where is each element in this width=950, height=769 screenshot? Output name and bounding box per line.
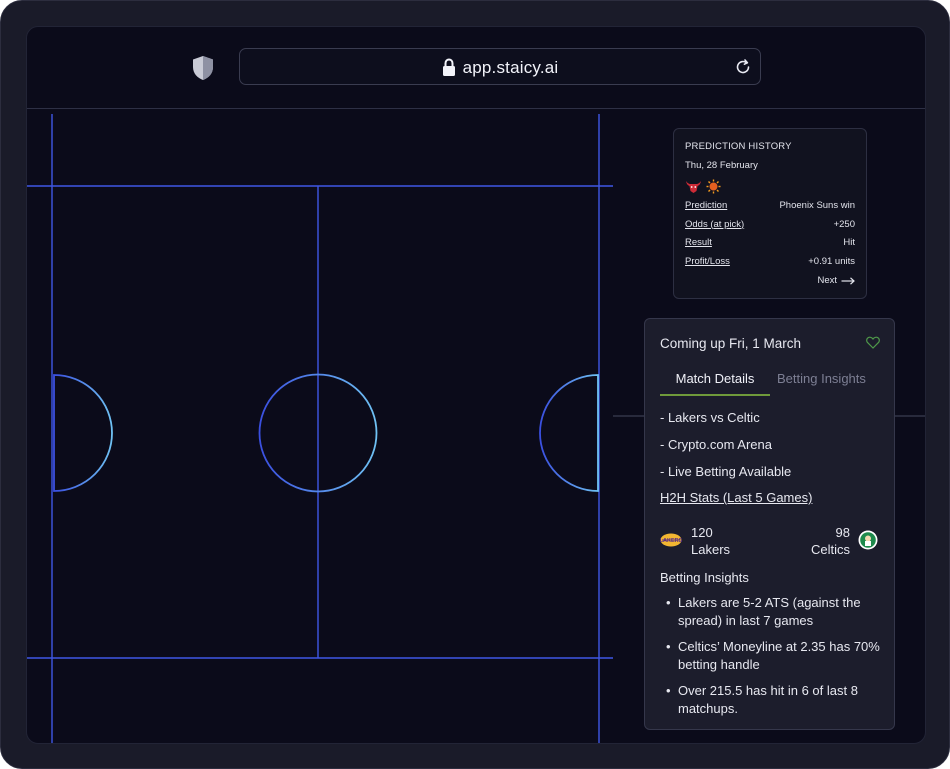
lock-icon	[442, 58, 455, 76]
odds-link[interactable]: Odds (at pick)	[685, 219, 744, 232]
bulls-logo-icon	[686, 180, 701, 193]
insight-text: Lakers are 5-2 ATS (against the spread) …	[678, 595, 861, 628]
h2h-stats-link[interactable]: H2H Stats (Last 5 Games)	[660, 490, 812, 505]
active-tab-indicator	[660, 394, 770, 396]
history-row-profit: Profit/Loss +0.91 units	[685, 256, 855, 269]
address-bar[interactable]: app.staicy.ai	[239, 48, 761, 85]
profit-loss-value: +0.91 units	[808, 255, 855, 267]
app-screen: app.staicy.ai PREDICTION HISTORY Thu, 28…	[26, 26, 926, 744]
insight-text: Celtics’ Moneyline at 2.35 has 70% betti…	[678, 639, 880, 672]
lakers-score-block: 120 Lakers	[691, 524, 730, 558]
tab-betting-insights[interactable]: Betting Insights	[777, 371, 866, 386]
insight-item: • Celtics’ Moneyline at 2.35 has 70% bett…	[666, 639, 880, 672]
svg-text:LAKERS: LAKERS	[660, 538, 682, 544]
prediction-history-card: PREDICTION HISTORY Thu, 28 February Pred…	[673, 128, 867, 299]
betting-insights-title: Betting Insights	[660, 570, 749, 585]
result-value: Hit	[843, 237, 855, 248]
insight-text: Over 215.5 has hit in 6 of last 8 matchu…	[678, 683, 858, 716]
lakers-name: Lakers	[691, 542, 731, 557]
detail-venue: - Crypto.com Arena	[660, 437, 772, 452]
history-row-prediction: Prediction Phoenix Suns win	[685, 200, 855, 213]
history-row-odds: Odds (at pick) +250	[685, 219, 855, 232]
match-tabs: Match Details Betting Insights	[660, 371, 882, 397]
detail-teams: - Lakers vs Celtic	[660, 410, 760, 425]
betting-insights-list: • Lakers are 5-2 ATS (against the spread)…	[660, 594, 885, 726]
lakers-logo-icon: LAKERS	[660, 533, 682, 547]
shield-icon[interactable]	[191, 55, 215, 81]
next-label: Next	[817, 275, 837, 286]
celtics-score-block: 98 Celtics	[811, 524, 850, 558]
match-card: Coming up Fri, 1 March Match Details Bet…	[644, 318, 895, 730]
detail-live-betting: - Live Betting Available	[660, 464, 792, 479]
celtics-logo-icon	[858, 530, 878, 550]
odds-value: +250	[833, 218, 855, 230]
profit-loss-link[interactable]: Profit/Loss	[685, 256, 730, 269]
url-text: app.staicy.ai	[462, 57, 559, 77]
match-title: Coming up Fri, 1 March	[660, 336, 802, 351]
device-frame: app.staicy.ai PREDICTION HISTORY Thu, 28…	[0, 0, 950, 769]
h2h-score: LAKERS 120 Lakers 98 Celtics	[660, 524, 878, 558]
match-details-list: - Lakers vs Celtic - Crypto.com Arena - …	[660, 410, 791, 491]
celtics-score: 98	[835, 525, 850, 540]
prediction-value: Phoenix Suns win	[779, 200, 855, 211]
history-row-result: Result Hit	[685, 237, 855, 250]
prediction-link[interactable]: Prediction	[685, 200, 727, 213]
right-key-arc	[539, 374, 599, 492]
result-link[interactable]: Result	[685, 237, 712, 250]
browser-toolbar: app.staicy.ai	[27, 27, 925, 109]
insight-item: • Over 215.5 has hit in 6 of last 8 match…	[666, 683, 858, 716]
left-key-arc	[53, 374, 113, 492]
heart-icon[interactable]	[866, 336, 880, 349]
celtics-name: Celtics	[810, 542, 850, 557]
team-logos	[685, 178, 855, 194]
reload-icon[interactable]	[734, 58, 752, 76]
lakers-score: 120	[691, 525, 713, 540]
next-button[interactable]: Next	[685, 275, 855, 286]
insight-item: • Lakers are 5-2 ATS (against the spread)…	[666, 595, 861, 628]
suns-logo-icon	[706, 179, 721, 193]
arrow-right-icon	[841, 276, 855, 285]
history-title: PREDICTION HISTORY	[685, 141, 792, 152]
tab-match-details[interactable]: Match Details	[660, 371, 770, 386]
history-date: Thu, 28 February	[685, 160, 758, 171]
